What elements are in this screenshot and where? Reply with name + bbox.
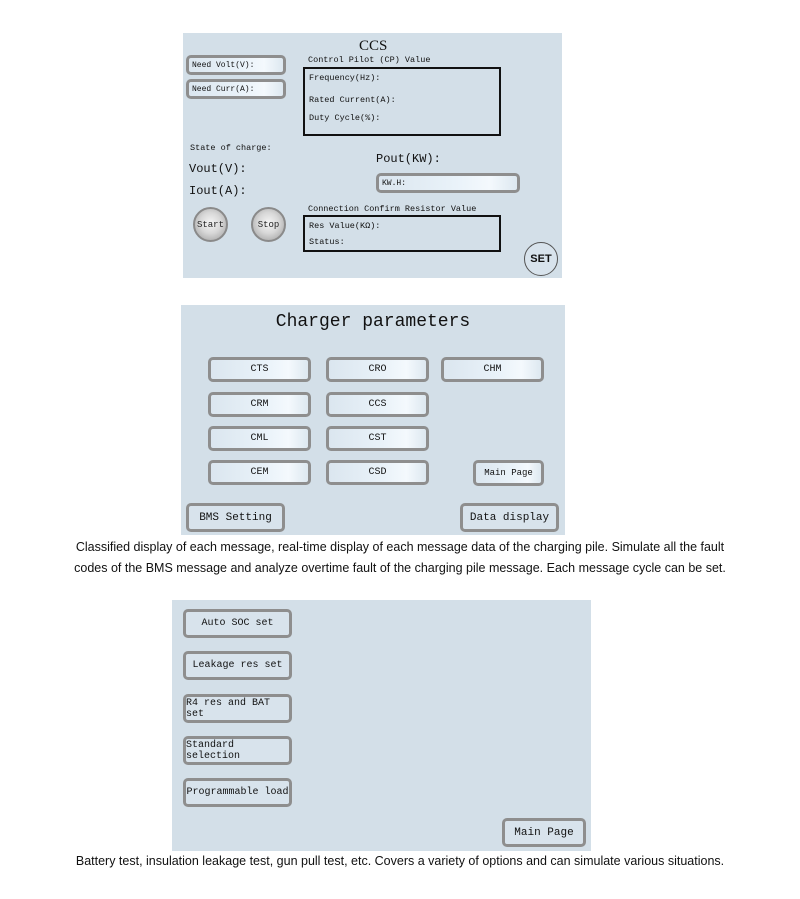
main-page-button[interactable]: Main Page bbox=[473, 460, 544, 486]
state-of-charge-label: State of charge: bbox=[190, 143, 272, 153]
start-button-label: Start bbox=[196, 219, 224, 230]
set-button-label: SET bbox=[530, 253, 552, 265]
caption-charger-line-1: Classified display of each message, real… bbox=[75, 540, 725, 554]
ccs-title: CCS bbox=[359, 38, 388, 54]
msg-button-label: CSD bbox=[368, 467, 387, 478]
data-display-button[interactable]: Data display bbox=[460, 503, 559, 532]
need-volt-label: Need Volt(V): bbox=[192, 60, 255, 70]
frequency-label: Frequency(Hz): bbox=[309, 73, 381, 83]
msg-button-crm[interactable]: CRM bbox=[208, 392, 311, 417]
msg-button-label: CTS bbox=[250, 364, 269, 375]
rated-current-label: Rated Current(A): bbox=[309, 95, 396, 105]
start-button[interactable]: Start bbox=[193, 207, 228, 242]
msg-button-label: CRM bbox=[250, 399, 269, 410]
res-value-label: Res Value(KΩ): bbox=[309, 221, 381, 231]
kwh-label: KW.H: bbox=[382, 178, 407, 188]
stop-button[interactable]: Stop bbox=[251, 207, 286, 242]
kwh-field[interactable]: KW.H: bbox=[376, 173, 520, 193]
data-display-label: Data display bbox=[469, 511, 550, 524]
auto-soc-set-label: Auto SOC set bbox=[201, 618, 274, 629]
duty-cycle-label: Duty Cycle(%): bbox=[309, 113, 381, 123]
vout-label: Vout(V): bbox=[189, 162, 247, 176]
msg-button-cro[interactable]: CRO bbox=[326, 357, 429, 382]
bms-setting-label: BMS Setting bbox=[199, 511, 272, 524]
r4-res-bat-set-button[interactable]: R4 res and BAT set bbox=[183, 694, 292, 723]
caption-charger-line-2: codes of the BMS message and analyze ove… bbox=[74, 561, 726, 575]
msg-button-label: CCS bbox=[368, 399, 387, 410]
main-page-label: Main Page bbox=[484, 468, 533, 478]
programmable-load-button[interactable]: Programmable load bbox=[183, 778, 292, 807]
msg-button-cem[interactable]: CEM bbox=[208, 460, 311, 485]
msg-button-cml[interactable]: CML bbox=[208, 426, 311, 451]
need-volt-field[interactable]: Need Volt(V): bbox=[186, 55, 286, 75]
msg-button-cts[interactable]: CTS bbox=[208, 357, 311, 382]
stop-button-label: Stop bbox=[257, 219, 280, 230]
main-page-label: Main Page bbox=[514, 826, 574, 839]
charger-parameters-title: Charger parameters bbox=[275, 312, 471, 332]
test-options-panel: Auto SOC set Leakage res set R4 res and … bbox=[172, 600, 591, 851]
status-label: Status: bbox=[309, 237, 345, 247]
leakage-res-set-label: Leakage res set bbox=[192, 660, 283, 671]
caption-charger: Classified display of each message, real… bbox=[0, 537, 800, 579]
r4-res-bat-set-label: R4 res and BAT set bbox=[186, 697, 271, 720]
msg-button-label: CML bbox=[250, 433, 269, 444]
charger-parameters-panel: Charger parameters CTS CRO CHM CRM CCS C… bbox=[181, 305, 565, 535]
msg-button-label: CEM bbox=[250, 467, 269, 478]
msg-button-ccs[interactable]: CCS bbox=[326, 392, 429, 417]
programmable-load-label: Programmable load bbox=[186, 787, 289, 798]
leakage-res-set-button[interactable]: Leakage res set bbox=[183, 651, 292, 680]
msg-button-label: CRO bbox=[368, 364, 387, 375]
resistor-group-title: Connection Confirm Resistor Value bbox=[308, 204, 477, 214]
cp-group-title: Control Pilot (CP) Value bbox=[308, 55, 431, 65]
pout-label: Pout(KW): bbox=[376, 152, 441, 166]
standard-selection-label: Standard selection bbox=[186, 739, 241, 762]
msg-button-label: CHM bbox=[483, 364, 502, 375]
iout-label: Iout(A): bbox=[189, 184, 247, 198]
main-page-button[interactable]: Main Page bbox=[502, 818, 586, 847]
ccs-panel: CCS Need Volt(V): Need Curr(A): Control … bbox=[183, 33, 562, 278]
msg-button-cst[interactable]: CST bbox=[326, 426, 429, 451]
caption-tests: Battery test, insulation leakage test, g… bbox=[0, 851, 800, 872]
cp-value-box: Frequency(Hz): Rated Current(A): Duty Cy… bbox=[303, 67, 501, 136]
need-curr-field[interactable]: Need Curr(A): bbox=[186, 79, 286, 99]
set-button[interactable]: SET bbox=[524, 242, 558, 276]
standard-selection-button[interactable]: Standard selection bbox=[183, 736, 292, 765]
msg-button-csd[interactable]: CSD bbox=[326, 460, 429, 485]
msg-button-label: CST bbox=[368, 433, 387, 444]
resistor-value-box: Res Value(KΩ): Status: bbox=[303, 215, 501, 252]
auto-soc-set-button[interactable]: Auto SOC set bbox=[183, 609, 292, 638]
msg-button-chm[interactable]: CHM bbox=[441, 357, 544, 382]
caption-tests-line: Battery test, insulation leakage test, g… bbox=[75, 854, 725, 868]
need-curr-label: Need Curr(A): bbox=[192, 84, 255, 94]
bms-setting-button[interactable]: BMS Setting bbox=[186, 503, 285, 532]
